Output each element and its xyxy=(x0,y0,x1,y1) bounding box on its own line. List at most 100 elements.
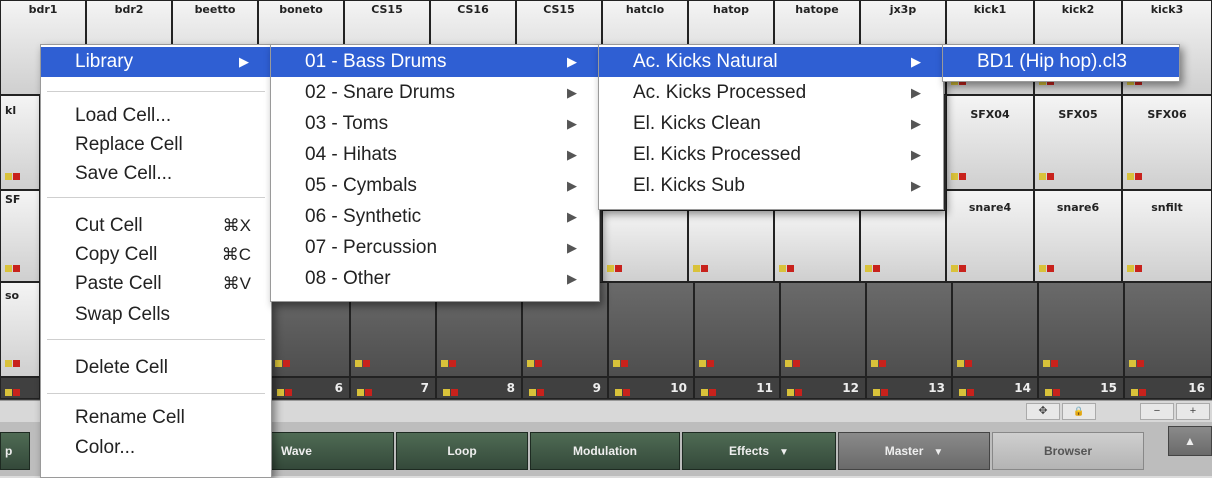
cell-r3-10[interactable] xyxy=(774,210,860,282)
tab-p[interactable]: p xyxy=(0,432,30,470)
menu-item-el-kicks-sub[interactable]: El. Kicks Sub ▶ xyxy=(599,171,943,201)
menu-item-snare-drums[interactable]: 02 - Snare Drums ▶ xyxy=(271,78,599,108)
bank-num-cell[interactable]: 10 xyxy=(608,377,694,399)
menu-item-el-kicks-clean[interactable]: El. Kicks Clean ▶ xyxy=(599,109,943,139)
chevron-right-icon: ▶ xyxy=(911,85,921,100)
shortcut-label: ⌘X xyxy=(222,216,251,235)
menu-item-cut-cell[interactable]: Cut Cell ⌘X xyxy=(41,211,271,241)
chevron-right-icon: ▶ xyxy=(567,147,577,162)
cell-leds xyxy=(865,260,881,278)
menu-item-ac-kicks-natural[interactable]: Ac. Kicks Natural ▶ xyxy=(599,47,943,77)
cell-so[interactable]: so xyxy=(0,282,40,377)
cell-label: kick2 xyxy=(1061,3,1095,16)
menu-item-other[interactable]: 08 - Other ▶ xyxy=(271,264,599,294)
tab-label: Loop xyxy=(447,444,477,458)
menu-separator xyxy=(47,339,265,340)
chevron-down-icon: ▼ xyxy=(779,447,789,458)
menu-item-label: 05 - Cymbals xyxy=(305,175,417,196)
bank-num-cell[interactable] xyxy=(0,377,40,399)
menu-item-color[interactable]: Color... xyxy=(41,433,271,463)
menu-item-percussion[interactable]: 07 - Percussion ▶ xyxy=(271,233,599,263)
tab-label: Effects xyxy=(729,444,770,458)
tab-master[interactable]: Master ▼ xyxy=(838,432,990,470)
menu-item-cymbals[interactable]: 05 - Cymbals ▶ xyxy=(271,171,599,201)
menu-item-ac-kicks-processed[interactable]: Ac. Kicks Processed ▶ xyxy=(599,78,943,108)
menu-item-label: Ac. Kicks Processed xyxy=(633,82,807,103)
cell-sf[interactable]: SF xyxy=(0,190,40,282)
cell-r4-13[interactable] xyxy=(1038,282,1124,377)
menu-item-synthetic[interactable]: 06 - Synthetic ▶ xyxy=(271,202,599,232)
cell-leds xyxy=(5,168,21,186)
menu-item-copy-cell[interactable]: Copy Cell ⌘C xyxy=(41,240,271,270)
menu-item-label: 07 - Percussion xyxy=(305,237,438,258)
chevron-right-icon: ▶ xyxy=(911,54,921,69)
cell-leds xyxy=(1127,168,1143,186)
menu-item-rename-cell[interactable]: Rename Cell xyxy=(41,403,271,433)
bank-num-cell[interactable]: 13 xyxy=(866,377,952,399)
cell-sfx05[interactable]: SFX05 xyxy=(1034,95,1122,190)
bank-num-cell[interactable]: 8 xyxy=(436,377,522,399)
cell-r4-8[interactable] xyxy=(608,282,694,377)
bank-num-cell[interactable]: 9 xyxy=(522,377,608,399)
bank-num-cell[interactable]: 7 xyxy=(350,377,436,399)
bank-num-cell[interactable]: 14 xyxy=(952,377,1038,399)
cell-r4-14[interactable] xyxy=(1124,282,1212,377)
tab-label: Browser xyxy=(1043,444,1093,458)
menu-item-label: El. Kicks Sub xyxy=(633,175,745,196)
chevron-right-icon: ▶ xyxy=(567,209,577,224)
cell-r4-12[interactable] xyxy=(952,282,1038,377)
bank-num-cell[interactable]: 15 xyxy=(1038,377,1124,399)
menu-item-bass-drums[interactable]: 01 - Bass Drums ▶ xyxy=(271,47,599,77)
tab-effects[interactable]: Effects ▼ xyxy=(682,432,836,470)
cell-r4-11[interactable] xyxy=(866,282,952,377)
tab-modulation[interactable]: Modulation xyxy=(530,432,680,470)
library-submenu: 01 - Bass Drums ▶ 02 - Snare Drums ▶ 03 - … xyxy=(270,44,600,302)
chevron-up-icon: ▲ xyxy=(1184,434,1196,448)
menu-item-toms[interactable]: 03 - Toms ▶ xyxy=(271,109,599,139)
menu-item-load-cell[interactable]: Load Cell... xyxy=(41,101,271,131)
menu-item-label: El. Kicks Processed xyxy=(633,144,801,165)
cell-r4-10[interactable] xyxy=(780,282,866,377)
menu-item-replace-cell[interactable]: Replace Cell xyxy=(41,130,271,160)
bank-num-cell[interactable]: 6 xyxy=(270,377,350,399)
cell-snare6[interactable]: snare6 xyxy=(1034,190,1122,282)
cell-leds xyxy=(5,355,21,373)
cell-r3-11[interactable] xyxy=(860,210,946,282)
lock-icon[interactable]: 🔒 xyxy=(1062,403,1096,420)
cell-leds xyxy=(441,355,457,373)
cell-r4-9[interactable] xyxy=(694,282,780,377)
zoom-out-button[interactable]: − xyxy=(1140,403,1174,420)
move-icon[interactable]: ✥ xyxy=(1026,403,1060,420)
menu-item-label: Cut Cell xyxy=(75,215,143,236)
cell-label: CS15 xyxy=(543,3,575,16)
menu-item-paste-cell[interactable]: Paste Cell ⌘V xyxy=(41,269,271,299)
menu-item-el-kicks-processed[interactable]: El. Kicks Processed ▶ xyxy=(599,140,943,170)
cell-r3-9[interactable] xyxy=(688,210,774,282)
bank-num-cell[interactable]: 12 xyxy=(780,377,866,399)
scroll-up-button[interactable]: ▲ xyxy=(1168,426,1212,456)
bank-num-cell[interactable]: 11 xyxy=(694,377,780,399)
menu-item-label: Replace Cell xyxy=(75,134,183,155)
menu-item-bd1-hip-hop[interactable]: BD1 (Hip hop).cl3 xyxy=(943,47,1179,77)
cell-label: snare4 xyxy=(968,201,1012,214)
zoom-in-button[interactable]: + xyxy=(1176,403,1210,420)
tab-wave[interactable]: Wave xyxy=(270,432,394,470)
menu-item-hihats[interactable]: 04 - Hihats ▶ xyxy=(271,140,599,170)
cell-snare4[interactable]: snare4 xyxy=(946,190,1034,282)
cell-r3-8[interactable] xyxy=(602,210,688,282)
menu-item-swap-cells[interactable]: Swap Cells xyxy=(41,300,271,330)
bank-num-cell[interactable]: 16 xyxy=(1124,377,1212,399)
cell-kl[interactable]: kl xyxy=(0,95,40,190)
cell-sfx06[interactable]: SFX06 xyxy=(1122,95,1212,190)
menu-item-delete-cell[interactable]: Delete Cell xyxy=(41,353,271,383)
tab-loop[interactable]: Loop xyxy=(396,432,528,470)
cell-sfx04[interactable]: SFX04 xyxy=(946,95,1034,190)
menu-item-library[interactable]: Library ▶ xyxy=(41,47,271,77)
cell-label: snfilt xyxy=(1151,201,1183,214)
menu-item-label: Rename Cell xyxy=(75,407,185,428)
cell-snfilt[interactable]: snfilt xyxy=(1122,190,1212,282)
chevron-right-icon: ▶ xyxy=(239,54,249,69)
menu-item-save-cell[interactable]: Save Cell... xyxy=(41,159,271,189)
tab-browser[interactable]: Browser xyxy=(992,432,1144,470)
cell-label: kl xyxy=(5,104,17,117)
